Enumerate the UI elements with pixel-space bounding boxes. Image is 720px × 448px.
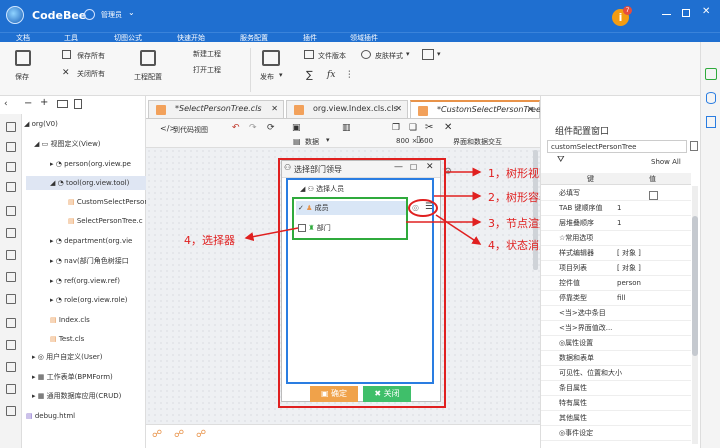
property-row[interactable]: 其他属性 xyxy=(541,411,691,426)
property-key: 层堆叠顺序 xyxy=(559,219,594,227)
property-row[interactable]: ◎属性设置 xyxy=(541,336,691,351)
property-key: ☆常用选项 xyxy=(559,234,594,242)
property-row[interactable]: ◎事件设定 xyxy=(541,426,691,441)
copy-icon[interactable] xyxy=(690,141,698,151)
col-key: 键 xyxy=(587,175,594,183)
property-key: 样式编辑器 xyxy=(559,249,594,257)
property-row[interactable]: TAB 键顺序值 1 xyxy=(541,201,691,216)
property-key: 数据和表单 xyxy=(559,354,594,362)
property-key: 可见性、位置和大小 xyxy=(559,369,622,377)
property-value[interactable]: person xyxy=(617,276,641,291)
property-key: 控件值 xyxy=(559,279,580,287)
show-all-button[interactable]: Show All xyxy=(651,158,681,166)
property-row[interactable]: ☆常用选项 xyxy=(541,231,691,246)
property-row[interactable]: 停靠类型 fill xyxy=(541,291,691,306)
property-row[interactable]: <当>界面值改... xyxy=(541,321,691,336)
col-value: 值 xyxy=(649,175,656,183)
property-key: ◎事件设定 xyxy=(559,429,594,437)
config-header: 键 值 xyxy=(541,173,691,185)
config-title: 组件配置窗口 xyxy=(555,127,610,137)
property-row[interactable]: 项目列表 [ 对象 ] xyxy=(541,261,691,276)
property-key: TAB 键顺序值 xyxy=(559,204,603,212)
property-row[interactable]: 条目属性 xyxy=(541,381,691,396)
property-key: <当>选中条目 xyxy=(559,309,606,317)
annotation-selector: 4，选择器 xyxy=(184,234,235,247)
property-value[interactable]: [ 对象 ] xyxy=(617,246,641,261)
property-key: 停靠类型 xyxy=(559,294,587,302)
property-value[interactable]: [ 对象 ] xyxy=(617,261,641,276)
arrow-selector xyxy=(244,227,299,242)
property-key: <当>界面值改... xyxy=(559,324,613,332)
property-value[interactable]: 1 xyxy=(617,201,621,216)
property-key: 项目列表 xyxy=(559,264,587,272)
property-row[interactable]: 样式编辑器 [ 对象 ] xyxy=(541,246,691,261)
filter-icon[interactable]: ⛛ xyxy=(557,155,565,165)
property-key: 其他属性 xyxy=(559,414,587,422)
scroll-thumb[interactable] xyxy=(692,216,698,356)
component-field[interactable]: customSelectPersonTree xyxy=(547,140,687,153)
property-key: 条目属性 xyxy=(559,384,587,392)
property-row[interactable]: 可见性、位置和大小 xyxy=(541,366,691,381)
required-checkbox[interactable] xyxy=(649,191,658,200)
property-row[interactable]: <当>选中条目 xyxy=(541,306,691,321)
property-row[interactable]: 层堆叠顺序 1 xyxy=(541,216,691,231)
property-key: 特有属性 xyxy=(559,399,587,407)
property-grid: 必填写 TAB 键顺序值 1 层堆叠顺序 1 ☆常用选项样式编辑器 [ 对象 ] 项目列表 [ … xyxy=(541,186,691,448)
property-row[interactable]: 控件值 person xyxy=(541,276,691,291)
property-row[interactable]: 必填写 xyxy=(541,186,691,201)
property-row[interactable]: 数据和表单 xyxy=(541,351,691,366)
property-key: 必填写 xyxy=(559,189,580,197)
arrow-status xyxy=(435,214,482,245)
config-panel: 组件配置窗口 customSelectPersonTree ⛛ Show All… xyxy=(540,96,700,448)
config-scrollbar[interactable] xyxy=(692,186,698,444)
property-row[interactable]: 特有属性 xyxy=(541,396,691,411)
property-value[interactable]: 1 xyxy=(617,216,621,231)
property-value[interactable]: fill xyxy=(617,291,625,306)
property-key: ◎属性设置 xyxy=(559,339,594,347)
